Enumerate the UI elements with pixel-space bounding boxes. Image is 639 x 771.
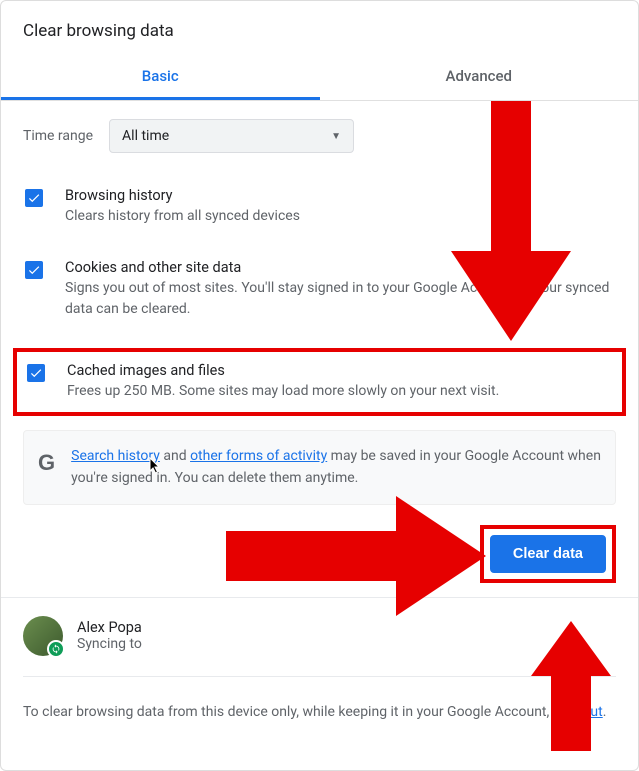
timerange-select[interactable]: All time ▼	[109, 119, 354, 153]
dialog-title: Clear browsing data	[1, 1, 638, 55]
timerange-value: All time	[122, 128, 169, 144]
option-desc: Clears history from all synced devices	[65, 206, 614, 227]
tab-bar: Basic Advanced	[1, 55, 638, 101]
checkbox-cache[interactable]	[27, 364, 45, 382]
google-account-info: G Search history and other forms of acti…	[23, 430, 616, 505]
timerange-label: Time range	[23, 128, 93, 144]
option-desc: Frees up 250 MB. Some sites may load mor…	[67, 381, 612, 402]
account-sync-status: Syncing to	[77, 636, 142, 652]
sync-badge-icon	[47, 640, 65, 658]
option-title: Cookies and other site data	[65, 259, 614, 276]
avatar	[23, 616, 63, 656]
chevron-down-icon: ▼	[331, 131, 341, 142]
account-info: Alex Popa Syncing to	[23, 616, 616, 677]
clear-browsing-data-dialog: Clear browsing data Basic Advanced Time …	[0, 0, 639, 771]
sign-out-link[interactable]: sign out	[553, 704, 603, 720]
option-desc: Signs you out of most sites. You'll stay…	[65, 278, 614, 320]
annotation-highlight-cache: Cached images and files Frees up 250 MB.…	[13, 348, 626, 416]
checkbox-cookies[interactable]	[25, 261, 43, 279]
option-cache[interactable]: Cached images and files Frees up 250 MB.…	[25, 358, 614, 406]
annotation-highlight-clear: Clear data	[480, 525, 616, 583]
tab-basic[interactable]: Basic	[1, 55, 320, 100]
option-cookies[interactable]: Cookies and other site data Signs you ou…	[23, 255, 616, 324]
clear-data-button[interactable]: Clear data	[490, 535, 606, 573]
option-title: Browsing history	[65, 187, 614, 204]
google-icon: G	[38, 445, 55, 480]
checkbox-history[interactable]	[25, 189, 43, 207]
other-activity-link[interactable]: other forms of activity	[190, 448, 327, 464]
account-name: Alex Popa	[77, 619, 142, 636]
option-browsing-history[interactable]: Browsing history Clears history from all…	[23, 183, 616, 231]
footer-text: To clear browsing data from this device …	[23, 701, 616, 723]
search-history-link[interactable]: Search history	[71, 448, 160, 464]
tab-advanced[interactable]: Advanced	[320, 55, 639, 100]
option-title: Cached images and files	[67, 362, 612, 379]
